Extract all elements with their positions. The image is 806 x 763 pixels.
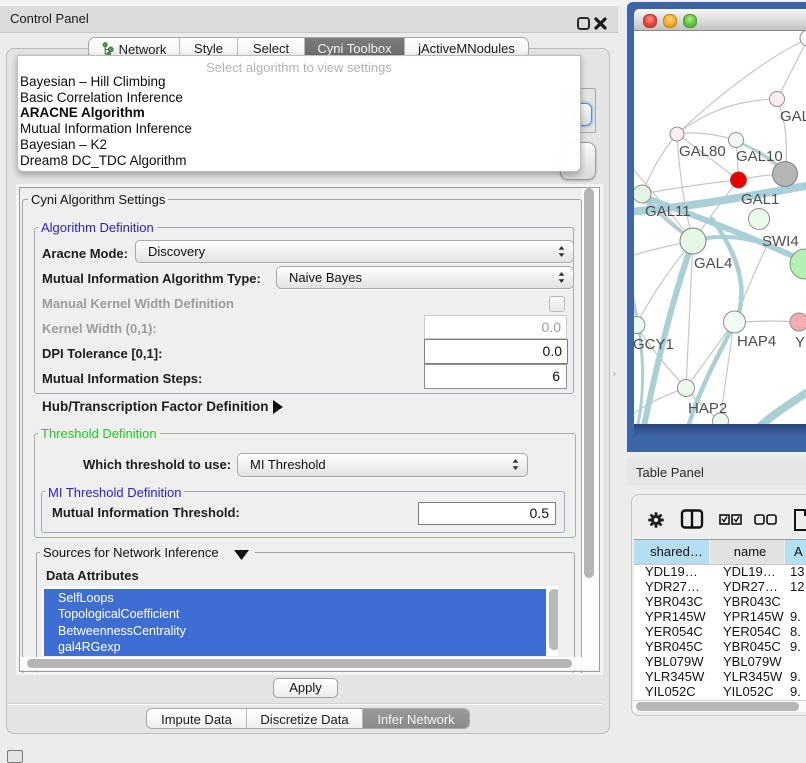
svg-text:GAL4: GAL4 — [694, 255, 732, 272]
svg-text:GAL2: GAL2 — [780, 108, 806, 125]
svg-text:GAL10: GAL10 — [736, 148, 783, 165]
svg-text:GCY1: GCY1 — [634, 336, 674, 353]
svg-text:YM: YM — [795, 334, 806, 351]
svg-text:HAP4: HAP4 — [737, 333, 776, 350]
svg-text:GAL11: GAL11 — [645, 203, 691, 220]
svg-text:SWI4: SWI4 — [762, 233, 799, 250]
svg-text:GAL80: GAL80 — [679, 143, 726, 160]
svg-text:HAP2: HAP2 — [688, 400, 727, 417]
svg-text:GAL1: GAL1 — [741, 191, 779, 208]
